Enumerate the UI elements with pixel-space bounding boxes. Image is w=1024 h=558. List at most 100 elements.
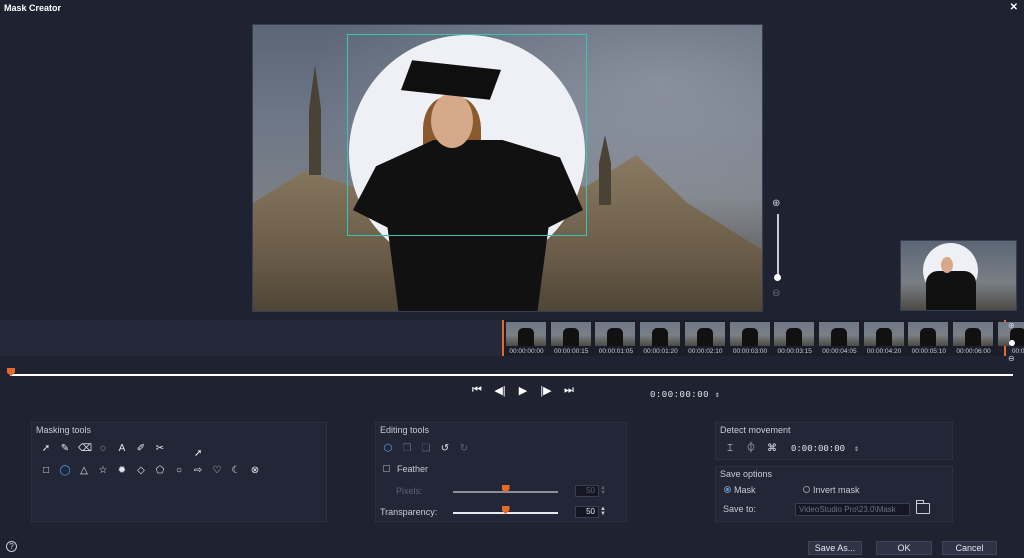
filmstrip-timestamp: 00:00:00:15: [554, 348, 589, 355]
brush-tool-icon[interactable]: ✎: [59, 443, 71, 455]
mask-bounding-box[interactable]: [347, 34, 587, 236]
previous-frame-button[interactable]: ◀|: [493, 384, 507, 397]
redo-icon[interactable]: ↻: [458, 443, 470, 455]
ok-button[interactable]: OK: [876, 541, 932, 555]
editing-tools-row: ⬡ ❐ ❏ ↺ ↻: [382, 443, 470, 455]
filmstrip-frame[interactable]: [774, 322, 815, 346]
paste-icon[interactable]: ❏: [420, 443, 432, 455]
masking-tools-title: Masking tools: [36, 425, 92, 435]
detect-timecode[interactable]: 0:00:00:00: [791, 444, 845, 454]
filmstrip-frame[interactable]: [506, 322, 546, 346]
filmstrip-frame[interactable]: [550, 322, 591, 346]
go-to-start-button[interactable]: ⏮: [470, 384, 484, 397]
timeline-empty-area: [0, 320, 502, 356]
mask-thumbnail: [900, 240, 1017, 311]
filmstrip-timestamp: 00:00:00:00: [509, 348, 544, 355]
filmstrip-timestamp: 00:00:04:05: [822, 348, 857, 355]
pointer-tool-icon[interactable]: ➚: [40, 443, 52, 455]
close-icon[interactable]: ✕: [1010, 2, 1018, 13]
burst-shape-icon[interactable]: ✹: [116, 465, 128, 477]
transparency-value-field[interactable]: 50: [575, 506, 599, 518]
filmstrip-zoom-in-icon[interactable]: ⊕: [1008, 321, 1015, 330]
filmstrip[interactable]: 00:00:00:00 00:00:00:15 00:00:01:05 00:00:0…: [502, 320, 1024, 356]
clear-shape-icon[interactable]: ⊗: [249, 465, 261, 477]
zoom-out-icon[interactable]: ⊖: [772, 288, 780, 299]
pixels-value-field[interactable]: 50: [575, 485, 599, 497]
invert-mask-radio[interactable]: [803, 486, 810, 493]
track-object-icon[interactable]: ⌘: [766, 443, 778, 455]
filmstrip-zoom-out-icon[interactable]: ⊖: [1008, 354, 1015, 363]
diamond-shape-icon[interactable]: ◇: [135, 465, 147, 477]
mask-radio[interactable]: [724, 486, 731, 493]
triangle-shape-icon[interactable]: △: [78, 465, 90, 477]
save-path-field[interactable]: VideoStudio Pro\23.0\Mask: [795, 503, 910, 516]
ellipse-shape-icon[interactable]: ◯: [59, 465, 71, 477]
pixels-spinner-icon[interactable]: ▲ ▼: [600, 485, 606, 496]
mouse-cursor-icon: ➚: [194, 448, 203, 459]
filmstrip-frame[interactable]: [863, 322, 904, 346]
filmstrip-frame[interactable]: [908, 322, 949, 346]
text-tool-icon[interactable]: A: [116, 443, 128, 455]
filmstrip-frame[interactable]: [953, 322, 993, 346]
zoom-slider-track[interactable]: [777, 214, 779, 280]
undo-icon[interactable]: ↺: [439, 443, 451, 455]
masking-tools-row1: ➚ ✎ ⌫ ◌ A ✐ ✂: [40, 443, 166, 455]
play-button[interactable]: ▶: [516, 384, 530, 397]
star-shape-icon[interactable]: ☆: [97, 465, 109, 477]
editing-tools-panel: Editing tools ⬡ ❐ ❏ ↺ ↻ Feather Pixels: 50 ▲…: [375, 422, 627, 522]
filmstrip-frame[interactable]: [640, 322, 681, 346]
rectangle-shape-icon[interactable]: □: [40, 465, 52, 477]
track-position-icon[interactable]: ⌶: [724, 443, 736, 455]
feather-checkbox[interactable]: [383, 465, 390, 472]
shape-select-icon[interactable]: ⬡: [382, 443, 394, 455]
arrow-shape-icon[interactable]: ⇨: [192, 465, 204, 477]
filmstrip-frame[interactable]: [684, 322, 725, 346]
browse-folder-icon[interactable]: [916, 500, 930, 514]
detect-movement-title: Detect movement: [720, 425, 791, 435]
octagon-shape-icon[interactable]: ○: [173, 465, 185, 477]
lasso-tool-icon[interactable]: ◌: [97, 443, 109, 455]
scrubber-track[interactable]: [10, 374, 1013, 376]
heart-shape-icon[interactable]: ♡: [211, 465, 223, 477]
save-to-label: Save to:: [723, 504, 757, 514]
filmstrip-frame[interactable]: [595, 322, 636, 346]
filmstrip-frame[interactable]: [818, 322, 859, 346]
zoom-in-icon[interactable]: ⊕: [772, 198, 780, 209]
help-icon[interactable]: ?: [6, 541, 17, 552]
window-title: Mask Creator: [4, 3, 62, 13]
filmstrip-timestamp: 00:00:06:00: [956, 348, 991, 355]
feather-label: Feather: [397, 464, 429, 474]
pixels-label: Pixels:: [396, 486, 423, 496]
transparency-spinner-icon[interactable]: ▲ ▼: [600, 506, 606, 517]
cancel-button[interactable]: Cancel: [942, 541, 997, 555]
track-center-icon[interactable]: ⏀: [745, 443, 757, 455]
filmstrip-timestamp: 00:00:03:15: [777, 348, 812, 355]
pentagon-shape-icon[interactable]: ⬠: [154, 465, 166, 477]
timecode-display[interactable]: 0:00:00:00 ⇕: [650, 390, 720, 400]
smart-brush-tool-icon[interactable]: ✐: [135, 443, 147, 455]
zoom-slider-handle[interactable]: [774, 274, 781, 281]
smart-eraser-tool-icon[interactable]: ✂: [154, 443, 166, 455]
filmstrip-timestamp: 00:00:04:20: [866, 348, 902, 355]
filmstrip-frame[interactable]: [729, 322, 770, 346]
masking-tools-row2: □ ◯ △ ☆ ✹ ◇ ⬠ ○ ⇨ ♡ ☾ ⊗: [40, 465, 261, 477]
timecode-value: 0:00:00:00: [650, 390, 710, 400]
editing-tools-title: Editing tools: [380, 425, 430, 435]
filmstrip-timestamp: 00:00:01:05: [598, 348, 634, 355]
eraser-tool-icon[interactable]: ⌫: [78, 443, 92, 455]
filmstrip-zoom-handle[interactable]: [1009, 340, 1015, 346]
mask-radio-label: Mask: [734, 485, 756, 495]
filmstrip-timestamp: 00:00:01:20: [643, 348, 678, 355]
save-options-title: Save options: [720, 469, 773, 479]
copy-icon[interactable]: ❐: [401, 443, 413, 455]
masking-tools-panel: Masking tools ➚ ✎ ⌫ ◌ A ✐ ✂ □ ◯ △ ☆ ✹ ◇ ⬠ ○ ⇨ ♡ ☾ ⊗: [31, 422, 327, 522]
save-as-button[interactable]: Save As...: [808, 541, 862, 555]
filmstrip-timestamp: 00:00:05:10: [911, 348, 946, 355]
timecode-spinner-icon[interactable]: ⇕: [715, 392, 721, 399]
detect-timecode-spinner-icon[interactable]: ⇕: [854, 446, 859, 453]
video-preview[interactable]: [252, 24, 763, 312]
invert-mask-label: Invert mask: [813, 485, 860, 495]
next-frame-button[interactable]: |▶: [539, 384, 553, 397]
go-to-end-button[interactable]: ⏭: [562, 384, 576, 397]
moon-shape-icon[interactable]: ☾: [230, 465, 242, 477]
